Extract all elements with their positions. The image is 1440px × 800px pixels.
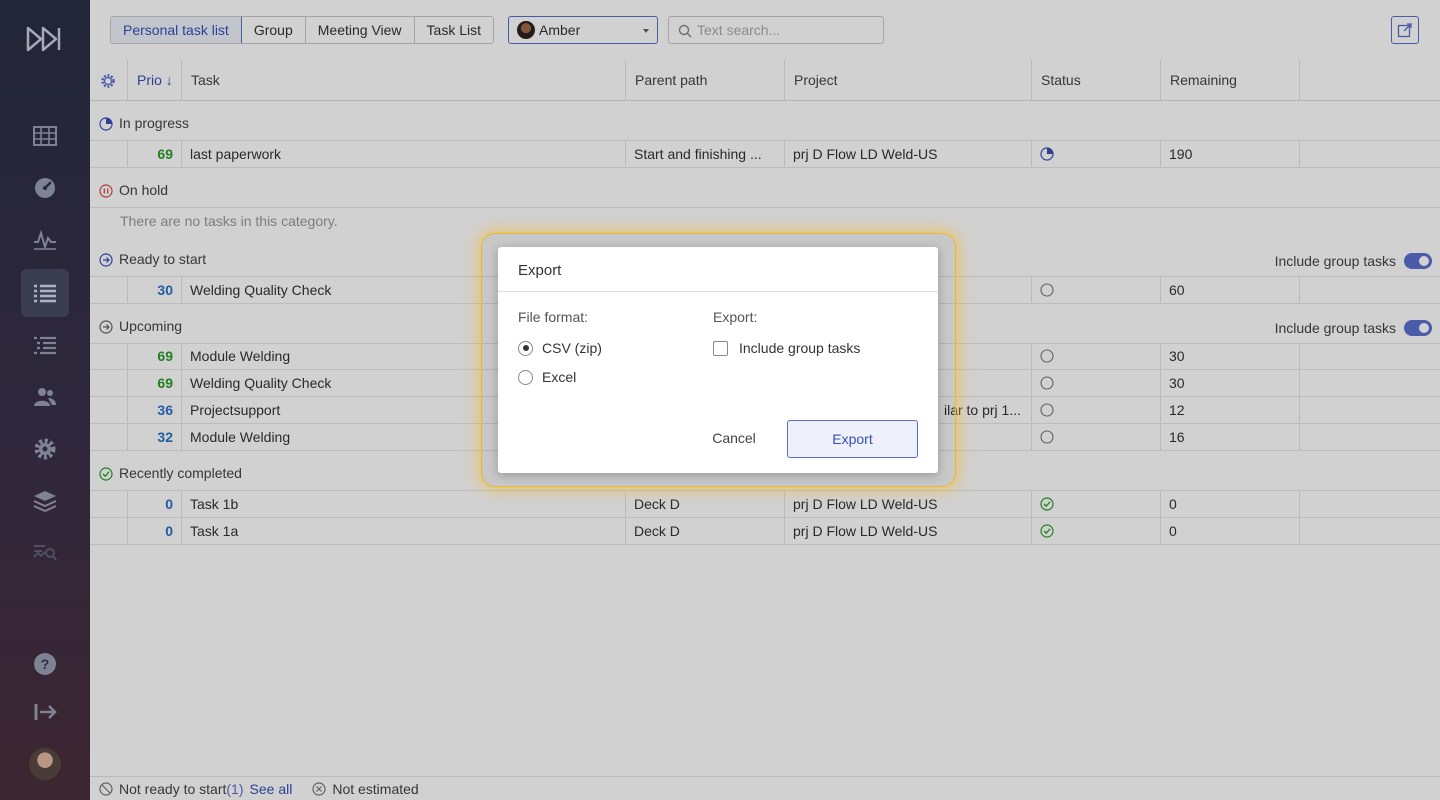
export-dialog: Export File format: CSV (zip) Excel Expo… <box>498 247 938 473</box>
include-group-tasks-checkbox[interactable]: Include group tasks <box>713 340 860 356</box>
file-format-label: File format: <box>518 309 589 325</box>
radio-excel[interactable]: Excel <box>518 369 576 385</box>
checkbox-icon[interactable] <box>713 340 728 356</box>
checkbox-label: Include group tasks <box>739 340 861 356</box>
radio-label: Excel <box>542 369 577 385</box>
radio-unselected-icon[interactable] <box>518 369 533 385</box>
radio-selected-icon[interactable] <box>518 340 533 356</box>
radio-label: CSV (zip) <box>542 340 602 356</box>
export-options-label: Export: <box>713 309 758 325</box>
cancel-button[interactable]: Cancel <box>703 423 765 453</box>
confirm-export-button[interactable]: Export <box>787 420 918 458</box>
dialog-title: Export <box>498 247 938 292</box>
radio-csv-zip[interactable]: CSV (zip) <box>518 340 602 356</box>
